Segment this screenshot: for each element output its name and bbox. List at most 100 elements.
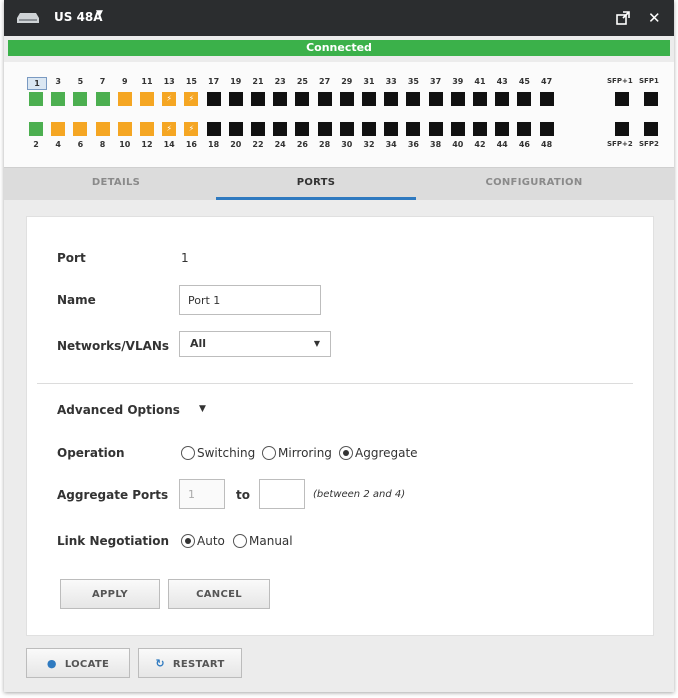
- port-17[interactable]: [206, 92, 221, 106]
- port-10[interactable]: [117, 122, 132, 136]
- port-15[interactable]: ⚡: [184, 92, 199, 106]
- port-36[interactable]: [406, 122, 421, 136]
- port-25[interactable]: [295, 92, 310, 106]
- poe-icon: ⚡: [188, 124, 195, 133]
- port-23[interactable]: [273, 92, 288, 106]
- operation-radio-switching[interactable]: [181, 446, 195, 460]
- port-5[interactable]: [73, 92, 88, 106]
- operation-radio-aggregate[interactable]: [339, 446, 353, 460]
- port-32[interactable]: [362, 122, 376, 136]
- port-29[interactable]: [339, 92, 354, 106]
- port-number-label: 10: [119, 140, 131, 149]
- connection-status-bar: Connected: [8, 40, 670, 56]
- port-22[interactable]: [251, 122, 265, 136]
- port-38[interactable]: [428, 122, 443, 136]
- port-16[interactable]: ⚡: [184, 122, 199, 136]
- port-14[interactable]: ⚡: [162, 122, 177, 136]
- port-20[interactable]: [228, 122, 243, 136]
- name-input[interactable]: [179, 285, 321, 315]
- port-24[interactable]: [273, 122, 288, 136]
- port-37[interactable]: [428, 92, 443, 106]
- operation-radio-mirroring[interactable]: [262, 446, 276, 460]
- networks-select[interactable]: All ▼: [179, 331, 331, 357]
- restart-label: RESTART: [172, 659, 225, 670]
- sfp-port[interactable]: [644, 92, 658, 106]
- port-number-label: 2: [33, 140, 39, 149]
- port-48[interactable]: [539, 122, 554, 136]
- port-44[interactable]: [495, 122, 510, 136]
- port-number-label: 1: [27, 77, 47, 90]
- port-27[interactable]: [317, 92, 332, 106]
- port-18[interactable]: [206, 122, 221, 136]
- port-42[interactable]: [473, 122, 487, 136]
- port-43[interactable]: [495, 92, 510, 106]
- port-30[interactable]: [339, 122, 354, 136]
- port-1[interactable]: [29, 92, 43, 106]
- link-option-auto[interactable]: Auto: [197, 534, 225, 548]
- port-35[interactable]: [406, 92, 421, 106]
- close-icon[interactable]: ✕: [648, 9, 661, 27]
- port-number-label: 22: [252, 140, 264, 149]
- locate-button[interactable]: ● LOCATE: [26, 648, 130, 678]
- chevron-down-icon[interactable]: ▼: [199, 404, 206, 414]
- tab-configuration[interactable]: CONFIGURATION: [434, 177, 634, 188]
- port-number-label: 38: [430, 140, 442, 149]
- port-7[interactable]: [95, 92, 110, 106]
- port-40[interactable]: [450, 122, 465, 136]
- port-45[interactable]: [517, 92, 532, 106]
- port-28[interactable]: [317, 122, 332, 136]
- port-number-label: 48: [541, 140, 553, 149]
- aggregate-from-input[interactable]: [179, 479, 225, 509]
- port-6[interactable]: [73, 122, 88, 136]
- port-33[interactable]: [384, 92, 399, 106]
- port-number-label: 41: [474, 77, 486, 86]
- port-13[interactable]: ⚡: [162, 92, 177, 106]
- tab-details[interactable]: DETAILS: [16, 177, 216, 188]
- port-9[interactable]: [117, 92, 132, 106]
- poe-icon: ⚡: [166, 94, 172, 103]
- port-12[interactable]: [140, 122, 154, 136]
- port-panel: 1 3 5 7 9 11 13 ⚡ 15 ⚡ 17 19 21 23 25 27 29 31 33 35 37 39 41 4…: [4, 62, 674, 167]
- operation-option-mirroring[interactable]: Mirroring: [278, 446, 332, 460]
- link-option-manual[interactable]: Manual: [249, 534, 293, 548]
- apply-button[interactable]: APPLY: [60, 579, 160, 609]
- sfp-port[interactable]: [644, 122, 658, 136]
- port-number-label: 43: [496, 77, 508, 86]
- port-31[interactable]: [362, 92, 376, 106]
- link-radio-auto[interactable]: [181, 534, 195, 548]
- sfp-port[interactable]: [615, 92, 629, 106]
- port-19[interactable]: [228, 92, 243, 106]
- device-window: US 48A ▼ ✕ Connected 1 3 5 7 9 11 13 ⚡ 15 ⚡ 17 19 21…: [4, 0, 674, 692]
- restart-button[interactable]: ↻ RESTART: [138, 648, 242, 678]
- port-number-label: 37: [430, 77, 442, 86]
- port-46[interactable]: [517, 122, 532, 136]
- advanced-options-toggle[interactable]: Advanced Options: [57, 403, 180, 417]
- port-41[interactable]: [473, 92, 487, 106]
- port-39[interactable]: [450, 92, 465, 106]
- port-4[interactable]: [51, 122, 66, 136]
- port-3[interactable]: [51, 92, 66, 106]
- tab-ports[interactable]: PORTS: [216, 177, 416, 188]
- port-11[interactable]: [140, 92, 154, 106]
- popout-icon[interactable]: [616, 11, 630, 25]
- link-radio-manual[interactable]: [233, 534, 247, 548]
- port-47[interactable]: [539, 92, 554, 106]
- aggregate-to-input[interactable]: [259, 479, 305, 509]
- link-negotiation-label: Link Negotiation: [57, 534, 170, 548]
- port-number-label: 14: [163, 140, 175, 149]
- poe-icon: ⚡: [166, 124, 172, 133]
- operation-option-aggregate[interactable]: Aggregate: [355, 446, 418, 460]
- port-2[interactable]: [29, 122, 43, 136]
- port-26[interactable]: [295, 122, 310, 136]
- sfp-label: SFP+1: [607, 77, 633, 85]
- port-34[interactable]: [384, 122, 399, 136]
- port-number-label: 9: [122, 77, 128, 86]
- port-21[interactable]: [251, 92, 265, 106]
- port-number-label: 33: [385, 77, 397, 86]
- port-8[interactable]: [95, 122, 110, 136]
- port-number-label: 34: [385, 140, 397, 149]
- device-dropdown-icon[interactable]: ▼: [96, 9, 103, 19]
- operation-option-switching[interactable]: Switching: [197, 446, 255, 460]
- sfp-port[interactable]: [615, 122, 629, 136]
- cancel-button[interactable]: CANCEL: [168, 579, 270, 609]
